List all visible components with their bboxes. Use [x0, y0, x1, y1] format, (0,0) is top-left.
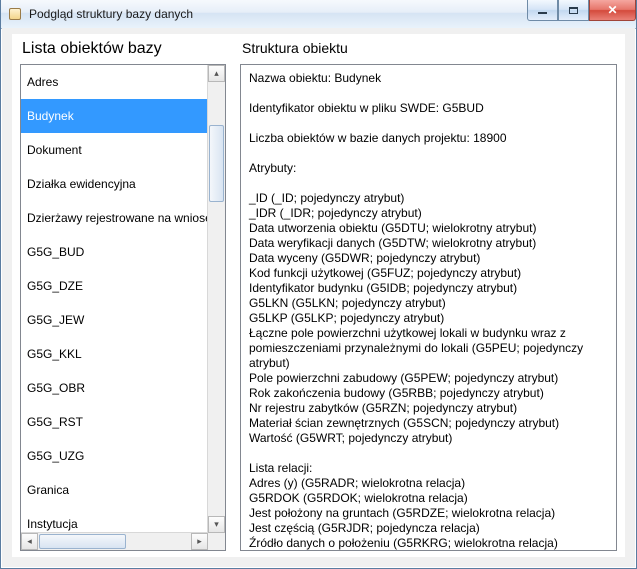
detail-heading: Struktura obiektu [242, 40, 617, 56]
detail-line: G5LKP (G5LKP; pojedynczy atrybut) [249, 311, 608, 326]
detail-line: Materiał ścian zewnętrznych (G5SCN; poje… [249, 416, 608, 431]
list-item[interactable]: Dokument [21, 133, 208, 167]
detail-line: Źródło danych o położeniu (G5RKRG; wielo… [249, 536, 608, 551]
detail-line: Nazwa obiektu: Budynek [249, 71, 608, 86]
minimize-icon [538, 12, 547, 14]
detail-textbox[interactable]: Nazwa obiektu: Budynek Identyfikator obi… [240, 64, 617, 551]
detail-line: Kod funkcji użytkowej (G5FUZ; pojedynczy… [249, 266, 608, 281]
scroll-left-button[interactable]: ◂ [21, 533, 38, 550]
detail-line: Łączne pole powierzchni użytkowej lokali… [249, 326, 608, 371]
maximize-button[interactable] [558, 0, 589, 21]
list-item[interactable]: G5G_RST [21, 405, 208, 439]
list-item[interactable]: G5G_KKL [21, 337, 208, 371]
scroll-down-button[interactable]: ▾ [208, 516, 225, 533]
detail-line [249, 176, 608, 191]
list-item[interactable]: G5G_DZE [21, 269, 208, 303]
list-item[interactable]: G5G_BUD [21, 235, 208, 269]
detail-line [249, 146, 608, 161]
horizontal-scrollbar[interactable]: ◂ ▸ [21, 532, 208, 550]
window-title: Podgląd struktury bazy danych [29, 7, 193, 21]
list-heading: Lista obiektów bazy [22, 40, 226, 58]
detail-line: Data weryfikacji danych (G5DTW; wielokro… [249, 236, 608, 251]
app-window: Podgląd struktury bazy danych ✕ Lista ob… [0, 0, 637, 569]
detail-line: Jest położony na gruntach (G5RDZE; wielo… [249, 506, 608, 521]
maximize-icon [569, 7, 578, 14]
list-item[interactable]: Działka ewidencyjna [21, 167, 208, 201]
detail-line: Identyfikator obiektu w pliku SWDE: G5BU… [249, 101, 608, 116]
left-column: Lista obiektów bazy AdresBudynekDokument… [20, 38, 226, 551]
list-viewport: AdresBudynekDokumentDziałka ewidencyjnaD… [21, 65, 208, 533]
detail-line [249, 446, 608, 461]
detail-line: Lista relacji: [249, 461, 608, 476]
detail-line: _ID (_ID; pojedynczy atrybut) [249, 191, 608, 206]
detail-line: Adres (y) (G5RADR; wielokrotna relacja) [249, 476, 608, 491]
list-item[interactable]: G5G_UZG [21, 439, 208, 473]
detail-line: Data utworzenia obiektu (G5DTU; wielokro… [249, 221, 608, 236]
list-item[interactable]: Adres [21, 65, 208, 99]
detail-line: Jest częścią (G5RJDR; pojedyncza relacja… [249, 521, 608, 536]
detail-line: Atrybuty: [249, 161, 608, 176]
content-panel: Lista obiektów bazy AdresBudynekDokument… [12, 34, 625, 557]
detail-line: G5LKN (G5LKN; pojedynczy atrybut) [249, 296, 608, 311]
scroll-right-button[interactable]: ▸ [191, 533, 208, 550]
detail-line [249, 116, 608, 131]
detail-line: Rok zakończenia budowy (G5RBB; pojedyncz… [249, 386, 608, 401]
detail-line: Wartość (G5WRT; pojedynczy atrybut) [249, 431, 608, 446]
list-item[interactable]: Instytucja [21, 507, 208, 533]
titlebar[interactable]: Podgląd struktury bazy danych ✕ [1, 0, 636, 29]
list-item[interactable]: G5G_JEW [21, 303, 208, 337]
object-listbox[interactable]: AdresBudynekDokumentDziałka ewidencyjnaD… [20, 64, 226, 551]
close-button[interactable]: ✕ [589, 0, 636, 21]
detail-line: G5RDOK (G5RDOK; wielokrotna relacja) [249, 491, 608, 506]
close-icon: ✕ [607, 4, 617, 16]
window-controls: ✕ [527, 0, 636, 20]
detail-line: _IDR (_IDR; pojedynczy atrybut) [249, 206, 608, 221]
vertical-scrollbar[interactable]: ▴ ▾ [207, 65, 225, 533]
list-item[interactable]: Dzierżawy rejestrowane na wniosek [21, 201, 208, 235]
scroll-corner [208, 533, 225, 550]
detail-line: Liczba obiektów w bazie danych projektu:… [249, 131, 608, 146]
list-item[interactable]: Granica [21, 473, 208, 507]
horizontal-scroll-thumb[interactable] [39, 534, 126, 549]
detail-line: Data wyceny (G5DWR; pojedynczy atrybut) [249, 251, 608, 266]
list-item[interactable]: Budynek [21, 99, 208, 133]
client-area: Lista obiektów bazy AdresBudynekDokument… [2, 28, 635, 567]
minimize-button[interactable] [527, 0, 558, 21]
list-item[interactable]: G5G_OBR [21, 371, 208, 405]
app-icon [7, 6, 23, 22]
vertical-scroll-thumb[interactable] [209, 125, 224, 202]
detail-line: Nr rejestru zabytków (G5RZN; pojedynczy … [249, 401, 608, 416]
scroll-up-button[interactable]: ▴ [208, 65, 225, 82]
right-column: Struktura obiektu Nazwa obiektu: Budynek… [240, 38, 617, 551]
detail-line: Pole powierzchni zabudowy (G5PEW; pojedy… [249, 371, 608, 386]
detail-line: Identyfikator budynku (G5IDB; pojedynczy… [249, 281, 608, 296]
detail-line [249, 86, 608, 101]
